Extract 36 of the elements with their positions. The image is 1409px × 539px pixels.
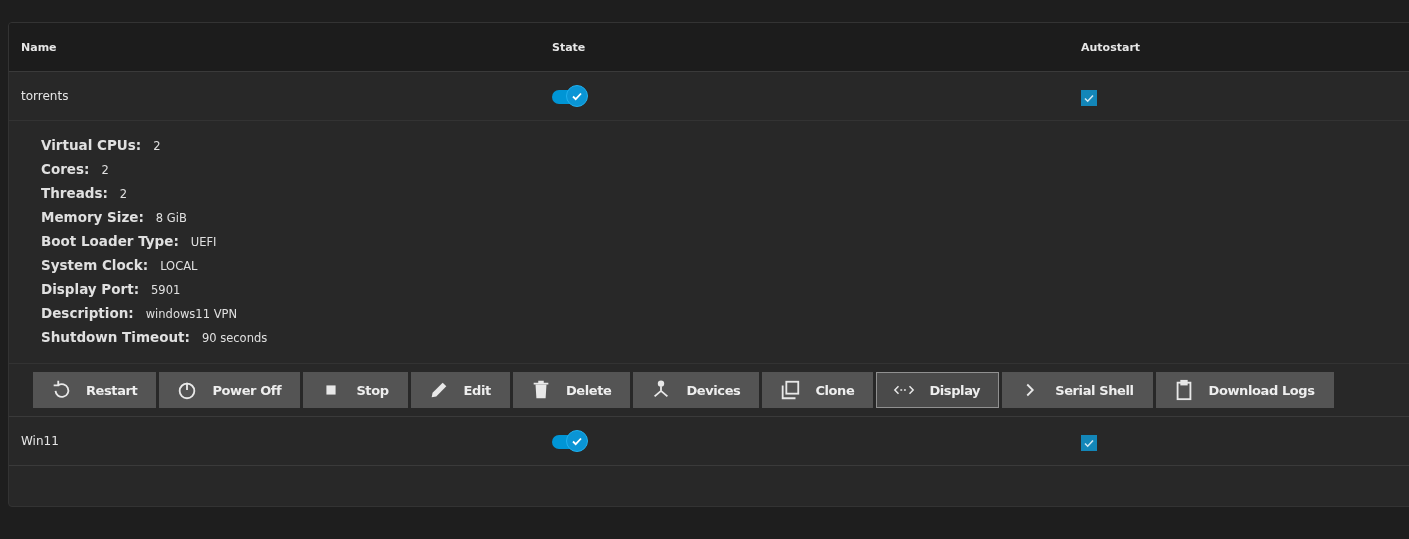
action-button[interactable]: Edit [410,372,510,408]
detail-label: Virtual CPUs: [41,137,142,153]
action-button[interactable]: Devices [633,372,760,408]
column-header: Autostart [1080,40,1141,54]
column-header: Name [20,40,57,54]
detail-label: Boot Loader Type: [41,233,179,249]
detail-label: Threads: [41,185,108,201]
column-header: State [551,40,586,54]
autostart-checkbox[interactable] [1081,434,1097,451]
detail-value: 90 seconds [201,331,268,345]
detail-value: 2 [119,187,128,201]
detail-value: windows11 VPN [145,307,238,321]
detail-value: 2 [101,163,109,177]
action-button[interactable]: Power Off [159,372,301,408]
vm-name: torrents [20,89,69,103]
detail-label: Shutdown Timeout: [41,329,190,345]
action-button[interactable]: Delete [512,372,631,408]
autostart-checkbox[interactable] [1081,89,1097,106]
action-button[interactable]: Restart [33,372,157,408]
action-button[interactable]: Download Logs [1155,372,1334,408]
detail-value: 5901 [151,283,181,297]
detail-label: Memory Size: [41,209,144,225]
detail-value: 2 [153,139,161,153]
detail-value: UEFI [190,235,217,249]
action-button[interactable]: Display [876,372,1000,408]
detail-value: LOCAL [160,259,198,273]
detail-label: Cores: [41,161,90,177]
action-button[interactable]: Clone [762,372,874,408]
copy-icon [779,379,802,401]
detail-label: Description: [41,305,134,321]
detail-value: 8 GiB [155,211,187,225]
action-button[interactable]: Stop [303,372,408,408]
detail-label: System Clock: [41,257,149,273]
action-button[interactable]: Serial Shell [1002,372,1153,408]
vm-name: Win11 [20,434,59,448]
detail-label: Display Port: [41,281,140,297]
